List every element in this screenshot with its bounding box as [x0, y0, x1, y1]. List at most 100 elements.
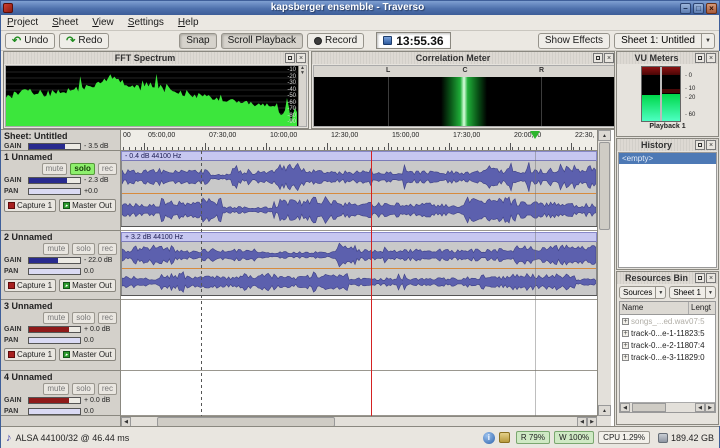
track-name[interactable]: 2 Unnamed — [4, 232, 117, 243]
float-panel-icon[interactable] — [593, 53, 603, 63]
scroll-up-icon[interactable]: ▲ — [598, 405, 611, 416]
fft-range-slider[interactable]: ▲▼ — [298, 66, 306, 126]
mute-button[interactable]: mute — [43, 312, 69, 324]
float-panel-icon[interactable] — [695, 140, 705, 150]
resource-row[interactable]: +songs_...ed.wav07:5 — [620, 315, 715, 327]
chevron-down-icon[interactable]: ▼ — [701, 34, 714, 48]
column-name[interactable]: Name — [620, 302, 689, 314]
history-panel-titlebar[interactable]: History × — [617, 139, 718, 151]
sheet-selector-combo[interactable]: Sheet 1: Untitled ▼ — [614, 33, 715, 49]
gain-slider[interactable] — [28, 326, 81, 333]
resources-table-header[interactable]: Name Lengt — [620, 302, 715, 315]
clip-header[interactable]: + 3.2 dB 44100 Hz — [121, 232, 597, 242]
track-lane[interactable]: - 0.4 dB 44100 Hz — [121, 151, 597, 231]
gain-slider[interactable] — [28, 177, 81, 184]
minimize-button[interactable]: – — [680, 3, 691, 14]
pan-slider[interactable] — [28, 268, 81, 275]
scroll-left-icon[interactable]: ◀ — [620, 403, 630, 412]
redo-button[interactable]: ↷ Redo — [59, 33, 109, 49]
titlebar[interactable]: kapsberger ensemble - Traverso – □ × — [1, 1, 719, 15]
scroll-right-icon[interactable]: ▶ — [705, 403, 715, 412]
resource-row[interactable]: +track-0...e-3-11829:0 — [620, 351, 715, 363]
scrollbar-thumb[interactable] — [632, 403, 666, 412]
output-bus-button[interactable]: ▸Master Out — [59, 279, 116, 292]
pan-slider[interactable] — [28, 188, 81, 195]
solo-button[interactable]: solo — [70, 163, 94, 175]
undo-button[interactable]: ↶ Undo — [5, 33, 55, 49]
output-bus-button[interactable]: ▸Master Out — [59, 199, 116, 212]
pan-slider[interactable] — [28, 408, 81, 415]
gain-slider[interactable] — [28, 397, 81, 404]
sheet-master-strip[interactable]: Sheet: Untitled GAIN - 3.5 dB — [1, 130, 120, 151]
solo-button[interactable]: solo — [72, 383, 95, 395]
vu-panel-titlebar[interactable]: VU Meters × — [617, 52, 718, 64]
menu-view[interactable]: View — [92, 17, 114, 28]
scroll-playback-toggle[interactable]: Scroll Playback — [221, 33, 303, 49]
mute-button[interactable]: mute — [43, 383, 69, 395]
close-panel-icon[interactable]: × — [706, 273, 716, 283]
track-header[interactable]: 1 Unnamed mute solo rec GAIN - 2.3 dB PA… — [1, 151, 120, 231]
menu-help[interactable]: Help — [178, 17, 199, 28]
capture-source-button[interactable]: Capture 1 — [4, 348, 56, 361]
transport-time-display[interactable]: 13:55.36 — [376, 32, 450, 49]
track-header[interactable]: 4 Unnamed mute solo rec GAIN + 0.0 dB PA… — [1, 371, 120, 416]
resource-row[interactable]: +track-0...e-1-11823:5 — [620, 327, 715, 339]
capture-source-button[interactable]: Capture 1 — [4, 199, 56, 212]
pan-slider[interactable] — [28, 337, 81, 344]
track-name[interactable]: 4 Unnamed — [4, 372, 117, 383]
float-panel-icon[interactable] — [695, 53, 705, 63]
sheet-filter-combo[interactable]: Sheet 1 ▼ — [669, 286, 716, 299]
chevron-down-icon[interactable]: ▼ — [705, 287, 715, 298]
track-header[interactable]: 2 Unnamed mute solo rec GAIN - 22.0 dB P… — [1, 231, 120, 300]
track-vscrollbar[interactable]: ▲ ▲ ▼ — [597, 130, 611, 427]
mute-button[interactable]: mute — [43, 243, 69, 255]
resources-panel-titlebar[interactable]: Resources Bin × — [617, 272, 718, 284]
rec-button[interactable]: rec — [98, 243, 117, 255]
audio-clip[interactable]: + 3.2 dB 44100 Hz — [121, 232, 597, 296]
track-lane[interactable]: + 3.2 dB 44100 Hz — [121, 232, 597, 300]
rec-button[interactable]: rec — [98, 383, 117, 395]
resource-row[interactable]: +track-0...e-2-11807:4 — [620, 339, 715, 351]
expand-icon[interactable]: + — [622, 354, 629, 361]
clip-header[interactable]: - 0.4 dB 44100 Hz — [121, 151, 597, 161]
close-panel-icon[interactable]: × — [296, 53, 306, 63]
scroll-left-icon[interactable]: ◀ — [695, 403, 705, 412]
history-item[interactable]: <empty> — [619, 153, 716, 164]
scrollbar-thumb[interactable] — [599, 142, 610, 230]
maximize-button[interactable]: □ — [693, 3, 704, 14]
show-effects-button[interactable]: Show Effects — [538, 33, 610, 49]
correlation-panel-titlebar[interactable]: Correlation Meter × — [312, 52, 616, 64]
expand-icon[interactable]: + — [622, 330, 629, 337]
fft-panel-titlebar[interactable]: FFT Spectrum × — [4, 52, 308, 64]
record-button[interactable]: Record — [307, 33, 364, 49]
sources-combo[interactable]: Sources ▼ — [619, 286, 666, 299]
menu-project[interactable]: Project — [7, 17, 38, 28]
track-name[interactable]: 1 Unnamed — [4, 152, 117, 163]
track-lane[interactable] — [121, 301, 597, 371]
close-button[interactable]: × — [706, 3, 717, 14]
close-panel-icon[interactable]: × — [604, 53, 614, 63]
track-name[interactable]: 3 Unnamed — [4, 301, 117, 312]
snap-toggle[interactable]: Snap — [179, 33, 216, 49]
system-notify-icon[interactable] — [499, 432, 510, 443]
expand-icon[interactable]: + — [622, 342, 629, 349]
gain-slider[interactable] — [28, 257, 81, 264]
menu-sheet[interactable]: Sheet — [52, 17, 78, 28]
rec-button[interactable]: rec — [98, 163, 117, 175]
resources-hscrollbar[interactable]: ◀ ◀ ▶ — [620, 402, 715, 412]
track-header[interactable]: 3 Unnamed mute solo rec GAIN + 0.0 dB PA… — [1, 300, 120, 371]
solo-button[interactable]: solo — [72, 312, 95, 324]
capture-source-button[interactable]: Capture 1 — [4, 279, 56, 292]
playhead-cursor[interactable] — [371, 151, 372, 416]
output-bus-button[interactable]: ▸Master Out — [59, 348, 116, 361]
menu-settings[interactable]: Settings — [128, 17, 164, 28]
master-gain-slider[interactable] — [28, 143, 81, 150]
close-panel-icon[interactable]: × — [706, 140, 716, 150]
column-length[interactable]: Lengt — [689, 302, 715, 314]
close-panel-icon[interactable]: × — [706, 53, 716, 63]
mute-button[interactable]: mute — [42, 163, 68, 175]
track-lane[interactable] — [121, 372, 597, 416]
solo-button[interactable]: solo — [72, 243, 95, 255]
play-start-marker[interactable] — [530, 131, 540, 139]
rec-button[interactable]: rec — [98, 312, 117, 324]
